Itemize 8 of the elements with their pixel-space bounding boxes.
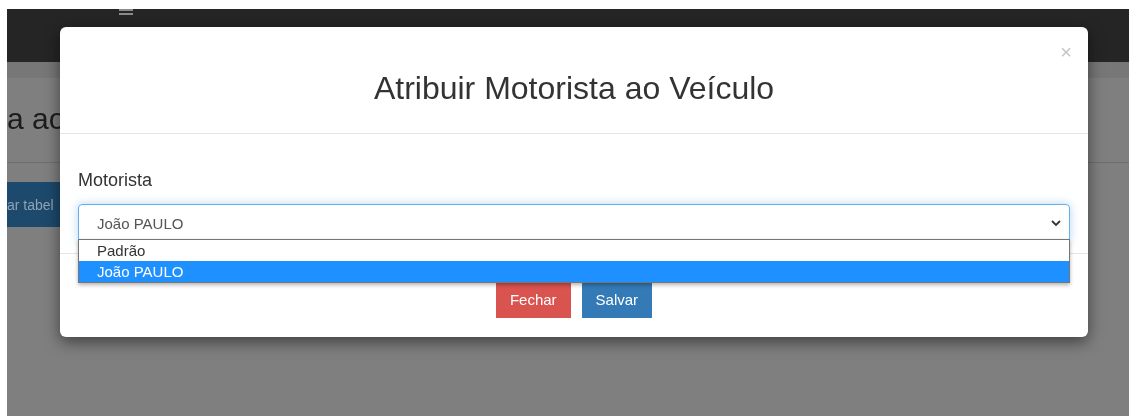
dropdown-option[interactable]: Padrão <box>79 240 1069 261</box>
chevron-down-icon <box>1051 219 1061 227</box>
close-dialog-button[interactable]: Fechar <box>495 281 571 318</box>
modal-title: Atribuir Motorista ao Veículo <box>373 69 775 107</box>
menu-icon[interactable] <box>119 9 133 15</box>
dropdown-option[interactable]: João PAULO <box>79 261 1069 282</box>
save-button[interactable]: Salvar <box>581 281 653 318</box>
field-label: Motorista <box>78 170 153 191</box>
